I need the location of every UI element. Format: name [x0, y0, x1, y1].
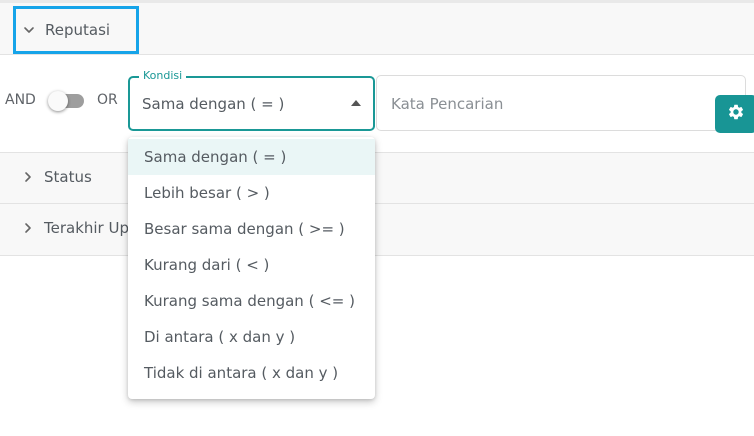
settings-button[interactable] [715, 95, 754, 133]
chevron-right-icon [22, 171, 34, 183]
section-status: Status [0, 152, 754, 204]
or-label: OR [97, 92, 118, 108]
caret-up-icon [351, 100, 361, 106]
gear-icon [727, 103, 745, 125]
section-reputasi: Reputasi [0, 3, 754, 55]
dropdown-option[interactable]: Tidak di antara ( x dan y ) [128, 355, 375, 391]
condition-label: Kondisi [139, 69, 187, 82]
reputasi-title: Reputasi [45, 21, 111, 39]
condition-select[interactable]: Kondisi Sama dengan ( = ) [128, 69, 375, 131]
dropdown-option[interactable]: Di antara ( x dan y ) [128, 319, 375, 355]
section-terakhir-update: Terakhir Update [0, 204, 754, 256]
search-input[interactable] [389, 92, 713, 116]
and-label: AND [5, 92, 36, 108]
dropdown-option[interactable]: Kurang sama dengan ( <= ) [128, 283, 375, 319]
dropdown-option[interactable]: Lebih besar ( > ) [128, 175, 375, 211]
and-or-toggle[interactable] [48, 91, 86, 111]
filter-row: AND OR Kondisi Sama dengan ( = ) [0, 56, 754, 152]
condition-value: Sama dengan ( = ) [142, 95, 285, 113]
chevron-right-icon [22, 222, 34, 234]
condition-dropdown-menu: Sama dengan ( = ) Lebih besar ( > ) Besa… [128, 137, 375, 399]
status-title: Status [44, 168, 92, 186]
dropdown-option[interactable]: Besar sama dengan ( >= ) [128, 211, 375, 247]
status-header[interactable]: Status [22, 168, 92, 186]
toggle-knob [48, 91, 68, 111]
dropdown-option[interactable]: Kurang dari ( < ) [128, 247, 375, 283]
search-field[interactable] [376, 75, 746, 131]
chevron-down-icon [23, 24, 35, 36]
dropdown-option[interactable]: Sama dengan ( = ) [128, 139, 375, 175]
reputasi-header[interactable]: Reputasi [13, 6, 139, 54]
